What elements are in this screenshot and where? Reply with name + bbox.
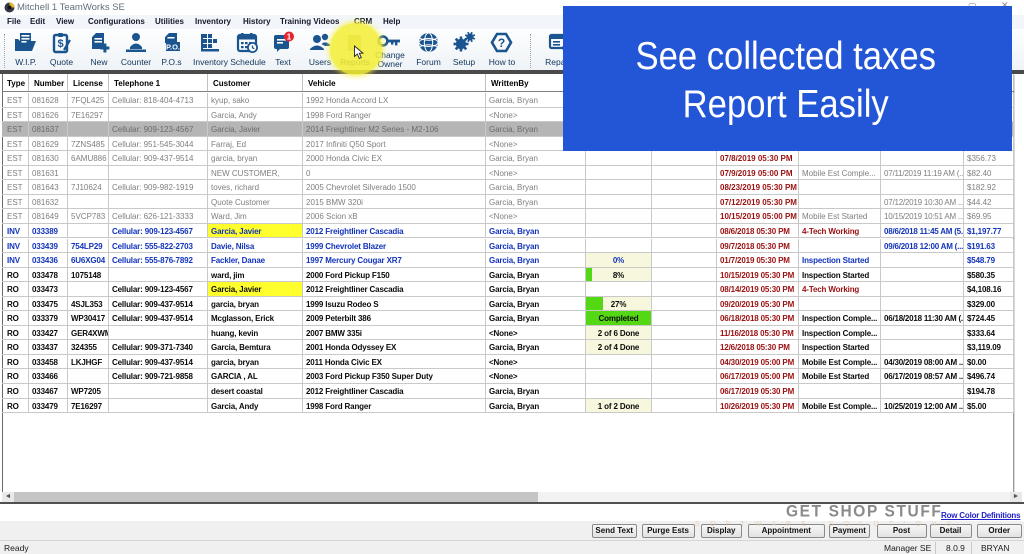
svg-text:P.O.: P.O. xyxy=(165,43,179,52)
svg-text:$: $ xyxy=(57,38,63,50)
svg-text:1: 1 xyxy=(287,32,292,41)
svg-text:?: ? xyxy=(498,36,505,50)
